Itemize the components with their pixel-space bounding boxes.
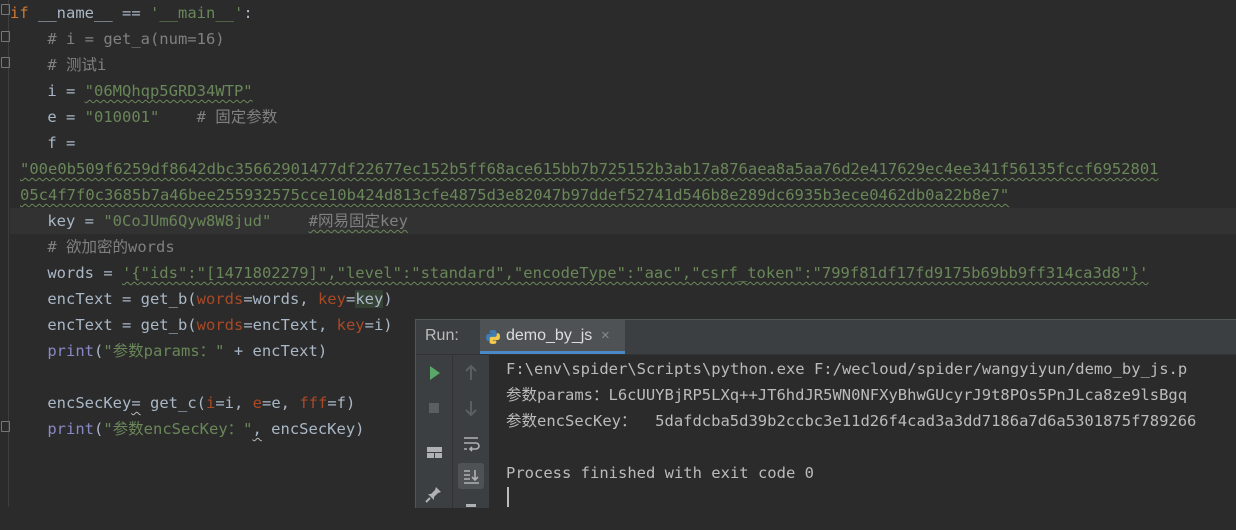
- soft-wrap-button[interactable]: [458, 430, 484, 456]
- code-line[interactable]: # 测试i: [10, 52, 1236, 78]
- console-line: 参数params：L6cUUYBjRP5LXq++JT6hdJR5WN0NFXy…: [506, 386, 1188, 404]
- layout-icon: [427, 447, 442, 458]
- run-tab-demo-by-js[interactable]: demo_by_js ×: [480, 320, 625, 354]
- arrow-down-icon: [465, 401, 477, 417]
- run-tab-label: demo_by_js: [506, 327, 593, 344]
- tab-active-indicator: [480, 351, 625, 354]
- stop-icon: [429, 403, 439, 413]
- console-line: 参数encSecKey： 5dafdcba5d39b2ccbc3e11d26f4…: [506, 412, 1197, 430]
- run-header: Run: demo_by_js ×: [416, 320, 1236, 355]
- scroll-down-button[interactable]: [458, 395, 484, 421]
- fold-marker-icon[interactable]: [1, 31, 10, 42]
- fold-marker-icon[interactable]: [1, 4, 10, 15]
- code-line[interactable]: e = "010001" # 固定参数: [10, 104, 1236, 130]
- python-icon: [486, 330, 500, 344]
- run-toolbar-left: [416, 355, 453, 508]
- code-line[interactable]: words = '{"ids":"[1471802279]","level":"…: [10, 260, 1236, 286]
- rerun-button[interactable]: [421, 360, 447, 386]
- scroll-up-button[interactable]: [458, 360, 484, 386]
- print-button[interactable]: [458, 500, 484, 526]
- code-line[interactable]: if __name__ == '__main__':: [10, 0, 1236, 26]
- arrow-up-icon: [465, 364, 477, 380]
- text-cursor: [507, 487, 509, 507]
- run-label: Run:: [425, 327, 459, 344]
- code-line[interactable]: encText = get_b(words=words, key=key): [10, 286, 1236, 312]
- console-line: F:\env\spider\Scripts\python.exe F:/wecl…: [506, 360, 1188, 378]
- run-toolbar-right: [453, 355, 490, 508]
- soft-wrap-icon: [464, 437, 480, 452]
- pin-icon: [425, 487, 441, 503]
- play-icon: [430, 366, 440, 380]
- code-line[interactable]: # i = get_a(num=16): [10, 26, 1236, 52]
- layout-button[interactable]: [421, 439, 447, 465]
- run-panel: Run: demo_by_js × F:\env\spider\Scripts\…: [415, 319, 1236, 508]
- fold-marker-icon[interactable]: [1, 57, 10, 68]
- code-line[interactable]: "00e0b509f6259df8642dbc35662901477df2267…: [20, 156, 1236, 182]
- code-line[interactable]: i = "06MQhqp5GRD34WTP": [10, 78, 1236, 104]
- console-line: Process finished with exit code 0: [506, 464, 814, 482]
- code-line[interactable]: 05c4f7f0c3685b7a46bee255932575cce10b424d…: [20, 182, 1236, 208]
- code-line[interactable]: f =: [10, 130, 1236, 156]
- fold-marker-icon[interactable]: [1, 421, 10, 432]
- scroll-to-end-button[interactable]: [458, 463, 484, 489]
- print-icon: [466, 504, 476, 507]
- scroll-to-end-icon: [464, 470, 479, 484]
- code-line[interactable]: key = "0CoJUm6Qyw8W8jud" #网易固定key: [10, 208, 1236, 234]
- close-icon[interactable]: ×: [601, 327, 610, 344]
- pin-tab-button[interactable]: [421, 481, 447, 507]
- stop-button[interactable]: [421, 395, 447, 421]
- code-line[interactable]: # 欲加密的words: [10, 234, 1236, 260]
